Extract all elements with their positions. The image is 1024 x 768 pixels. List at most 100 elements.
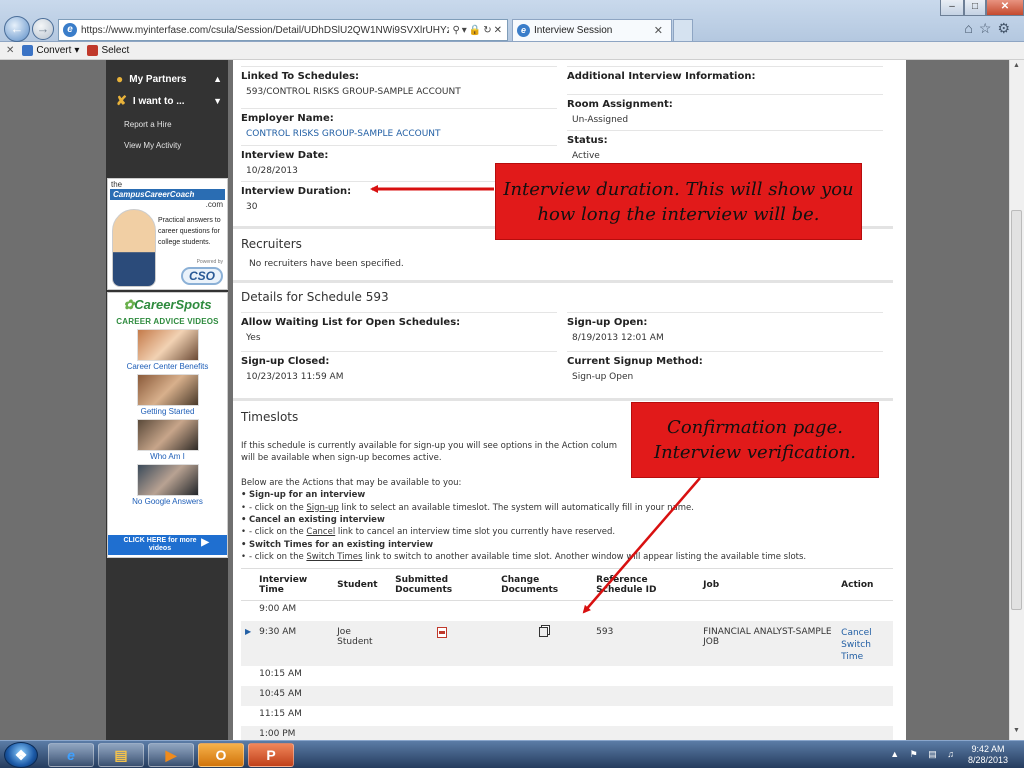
- video-caption[interactable]: No Google Answers: [108, 497, 227, 506]
- section-divider: [233, 280, 893, 283]
- timeslot-time: 11:15 AM: [259, 708, 302, 719]
- switch-time-link[interactable]: Switch Time: [841, 639, 889, 663]
- room-assignment-value: Un-Assigned: [572, 115, 629, 125]
- interview-session-page: Linked To Schedules: 593/CONTROL RISKS G…: [233, 60, 906, 740]
- video-no-google-answers[interactable]: No Google Answers: [108, 464, 227, 506]
- switch-instruction: - click on the Switch Times link to swit…: [241, 551, 881, 564]
- taskbar-media-player-icon[interactable]: ▶: [148, 743, 194, 767]
- waiting-list-label: Allow Waiting List for Open Schedules:: [241, 317, 461, 328]
- taskbar-outlook-icon[interactable]: O: [198, 743, 244, 767]
- chevron-right-icon: ▶: [201, 537, 209, 548]
- close-window-button[interactable]: ✕: [986, 0, 1024, 16]
- my-partners-menu[interactable]: ● My Partners ▲: [116, 68, 222, 90]
- selected-row-marker-icon: ▶: [245, 626, 252, 636]
- sidebar-link-report-hire[interactable]: Report a Hire: [116, 114, 222, 135]
- header-job[interactable]: Job: [699, 568, 838, 601]
- cancel-link[interactable]: Cancel: [841, 627, 889, 639]
- taskbar-powerpoint-icon[interactable]: P: [248, 743, 294, 767]
- table-header-row: Interview Time Student Submitted Documen…: [241, 568, 893, 601]
- address-bar[interactable]: e https://www.myinterfase.com/csula/Sess…: [58, 19, 508, 41]
- linked-schedules-value: 593/CONTROL RISKS GROUP-SAMPLE ACCOUNT: [246, 87, 461, 97]
- taskbar-ie-icon[interactable]: e: [48, 743, 94, 767]
- video-thumbnail[interactable]: [136, 419, 199, 451]
- interview-date-label: Interview Date:: [241, 150, 329, 161]
- tools-icon: ✘: [116, 93, 127, 108]
- select-button[interactable]: Select: [87, 45, 129, 56]
- coach-ad-dotcom: .com: [205, 200, 223, 209]
- windows-taskbar: ❖ e ▤ ▶ O P ▲ ⚑ ▤ ♫ 9:42 AM 8/28/2013: [0, 740, 1024, 768]
- ie-tab-icon: e: [517, 24, 530, 37]
- linked-schedules-field: Linked To Schedules: 593/CONTROL RISKS G…: [241, 66, 557, 106]
- favorites-star-icon[interactable]: ☆: [979, 20, 998, 36]
- minimize-button[interactable]: –: [940, 0, 964, 16]
- campus-career-coach-ad[interactable]: the CampusCareerCoach .com Practical ans…: [107, 178, 228, 290]
- header-interview-time[interactable]: Interview Time: [255, 568, 334, 601]
- header-change-documents[interactable]: Change Documents: [497, 568, 593, 601]
- sidebar-link-view-activity[interactable]: View My Activity: [116, 135, 222, 156]
- browser-toolbar-icons[interactable]: ⌂☆⚙: [964, 20, 1016, 37]
- video-caption[interactable]: Who Am I: [108, 452, 227, 461]
- gear-icon[interactable]: ⚙: [997, 20, 1016, 36]
- video-getting-started[interactable]: Getting Started: [108, 374, 227, 416]
- signup-closed-value: 10/23/2013 11:59 AM: [246, 372, 344, 382]
- header-student[interactable]: Student: [333, 568, 392, 601]
- cancel-text-a: - click on the: [249, 527, 307, 538]
- pdf-document-icon[interactable]: [437, 626, 448, 638]
- more-videos-button[interactable]: CLICK HERE for more videos ▶: [108, 535, 227, 555]
- header-submitted-documents[interactable]: Submitted Documents: [391, 568, 498, 601]
- scroll-up-icon[interactable]: ▲: [1011, 62, 1022, 73]
- video-thumbnail[interactable]: [136, 374, 199, 406]
- careerspots-leaf-icon: ✿: [123, 297, 135, 312]
- taskbar-folder-icon[interactable]: ▤: [98, 743, 144, 767]
- video-who-am-i[interactable]: Who Am I: [108, 419, 227, 461]
- system-tray-icons[interactable]: ▲ ⚑ ▤ ♫: [890, 749, 958, 760]
- video-thumbnail[interactable]: [136, 329, 199, 361]
- taskbar-clock[interactable]: 9:42 AM 8/28/2013: [960, 744, 1016, 766]
- change-documents-icon[interactable]: [539, 626, 549, 637]
- back-button[interactable]: ←: [4, 16, 30, 42]
- timeslots-table: Interview Time Student Submitted Documen…: [241, 568, 893, 740]
- switch-time-link-line-1[interactable]: Switch: [841, 640, 871, 650]
- new-tab-button[interactable]: [673, 19, 693, 41]
- status-label: Status:: [567, 135, 608, 146]
- video-career-center-benefits[interactable]: Career Center Benefits: [108, 329, 227, 371]
- tab-interview-session[interactable]: e Interview Session ✕: [512, 19, 672, 41]
- cancel-heading: Cancel an existing interview: [241, 514, 881, 527]
- scrollbar-thumb[interactable]: [1011, 210, 1022, 610]
- i-want-to-label: I want to ...: [132, 95, 185, 107]
- maximize-button[interactable]: □: [964, 0, 986, 16]
- chevron-down-icon[interactable]: ▾: [74, 45, 79, 56]
- start-button[interactable]: ❖: [4, 742, 38, 768]
- section-divider: [233, 398, 893, 401]
- switch-heading: Switch Times for an existing interview: [241, 539, 881, 552]
- signup-method-value: Sign-up Open: [572, 372, 634, 382]
- actions-intro: Below are the Actions that may be availa…: [241, 477, 462, 488]
- home-icon[interactable]: ⌂: [964, 20, 978, 36]
- careerspots-ad: ✿CareerSpots CAREER ADVICE VIDEOS Career…: [107, 292, 228, 558]
- header-reference-schedule-id[interactable]: Reference Schedule ID: [592, 568, 700, 601]
- switch-text-b: link to switch to another available time…: [362, 552, 807, 563]
- video-caption[interactable]: Career Center Benefits: [108, 362, 227, 371]
- address-bar-icons[interactable]: ⚲▾🔒↻✕: [449, 25, 507, 36]
- forward-button[interactable]: →: [32, 18, 54, 40]
- video-caption[interactable]: Getting Started: [108, 407, 227, 416]
- close-toolbar-icon[interactable]: ✕: [6, 45, 14, 56]
- employer-name-link[interactable]: CONTROL RISKS GROUP-SAMPLE ACCOUNT: [241, 129, 557, 139]
- signup-text-b: link to select an available timeslot. Th…: [338, 502, 694, 513]
- timeslot-time: 9:30 AM: [255, 620, 334, 666]
- recruiters-text: No recruiters have been specified.: [249, 259, 404, 269]
- scroll-down-icon[interactable]: ▼: [1011, 727, 1022, 738]
- additional-info-field: Additional Interview Information:: [567, 66, 883, 94]
- duration-callout: Interview duration. This will show you h…: [495, 163, 862, 240]
- header-action[interactable]: Action: [837, 568, 893, 601]
- employer-name-label: Employer Name:: [241, 113, 334, 124]
- coach-ad-the: the: [111, 180, 123, 189]
- careerspots-logo[interactable]: ✿CareerSpots: [108, 297, 227, 313]
- convert-button[interactable]: Convert ▾: [22, 45, 79, 56]
- address-url[interactable]: https://www.myinterfase.com/csula/Sessio…: [81, 25, 449, 36]
- i-want-to-menu[interactable]: ✘ I want to ... ▼: [116, 90, 222, 112]
- video-thumbnail[interactable]: [136, 464, 199, 496]
- signup-text-a: - click on the: [249, 502, 307, 513]
- switch-time-link-line-2[interactable]: Time: [841, 652, 863, 662]
- tab-close-icon[interactable]: ✕: [654, 24, 663, 37]
